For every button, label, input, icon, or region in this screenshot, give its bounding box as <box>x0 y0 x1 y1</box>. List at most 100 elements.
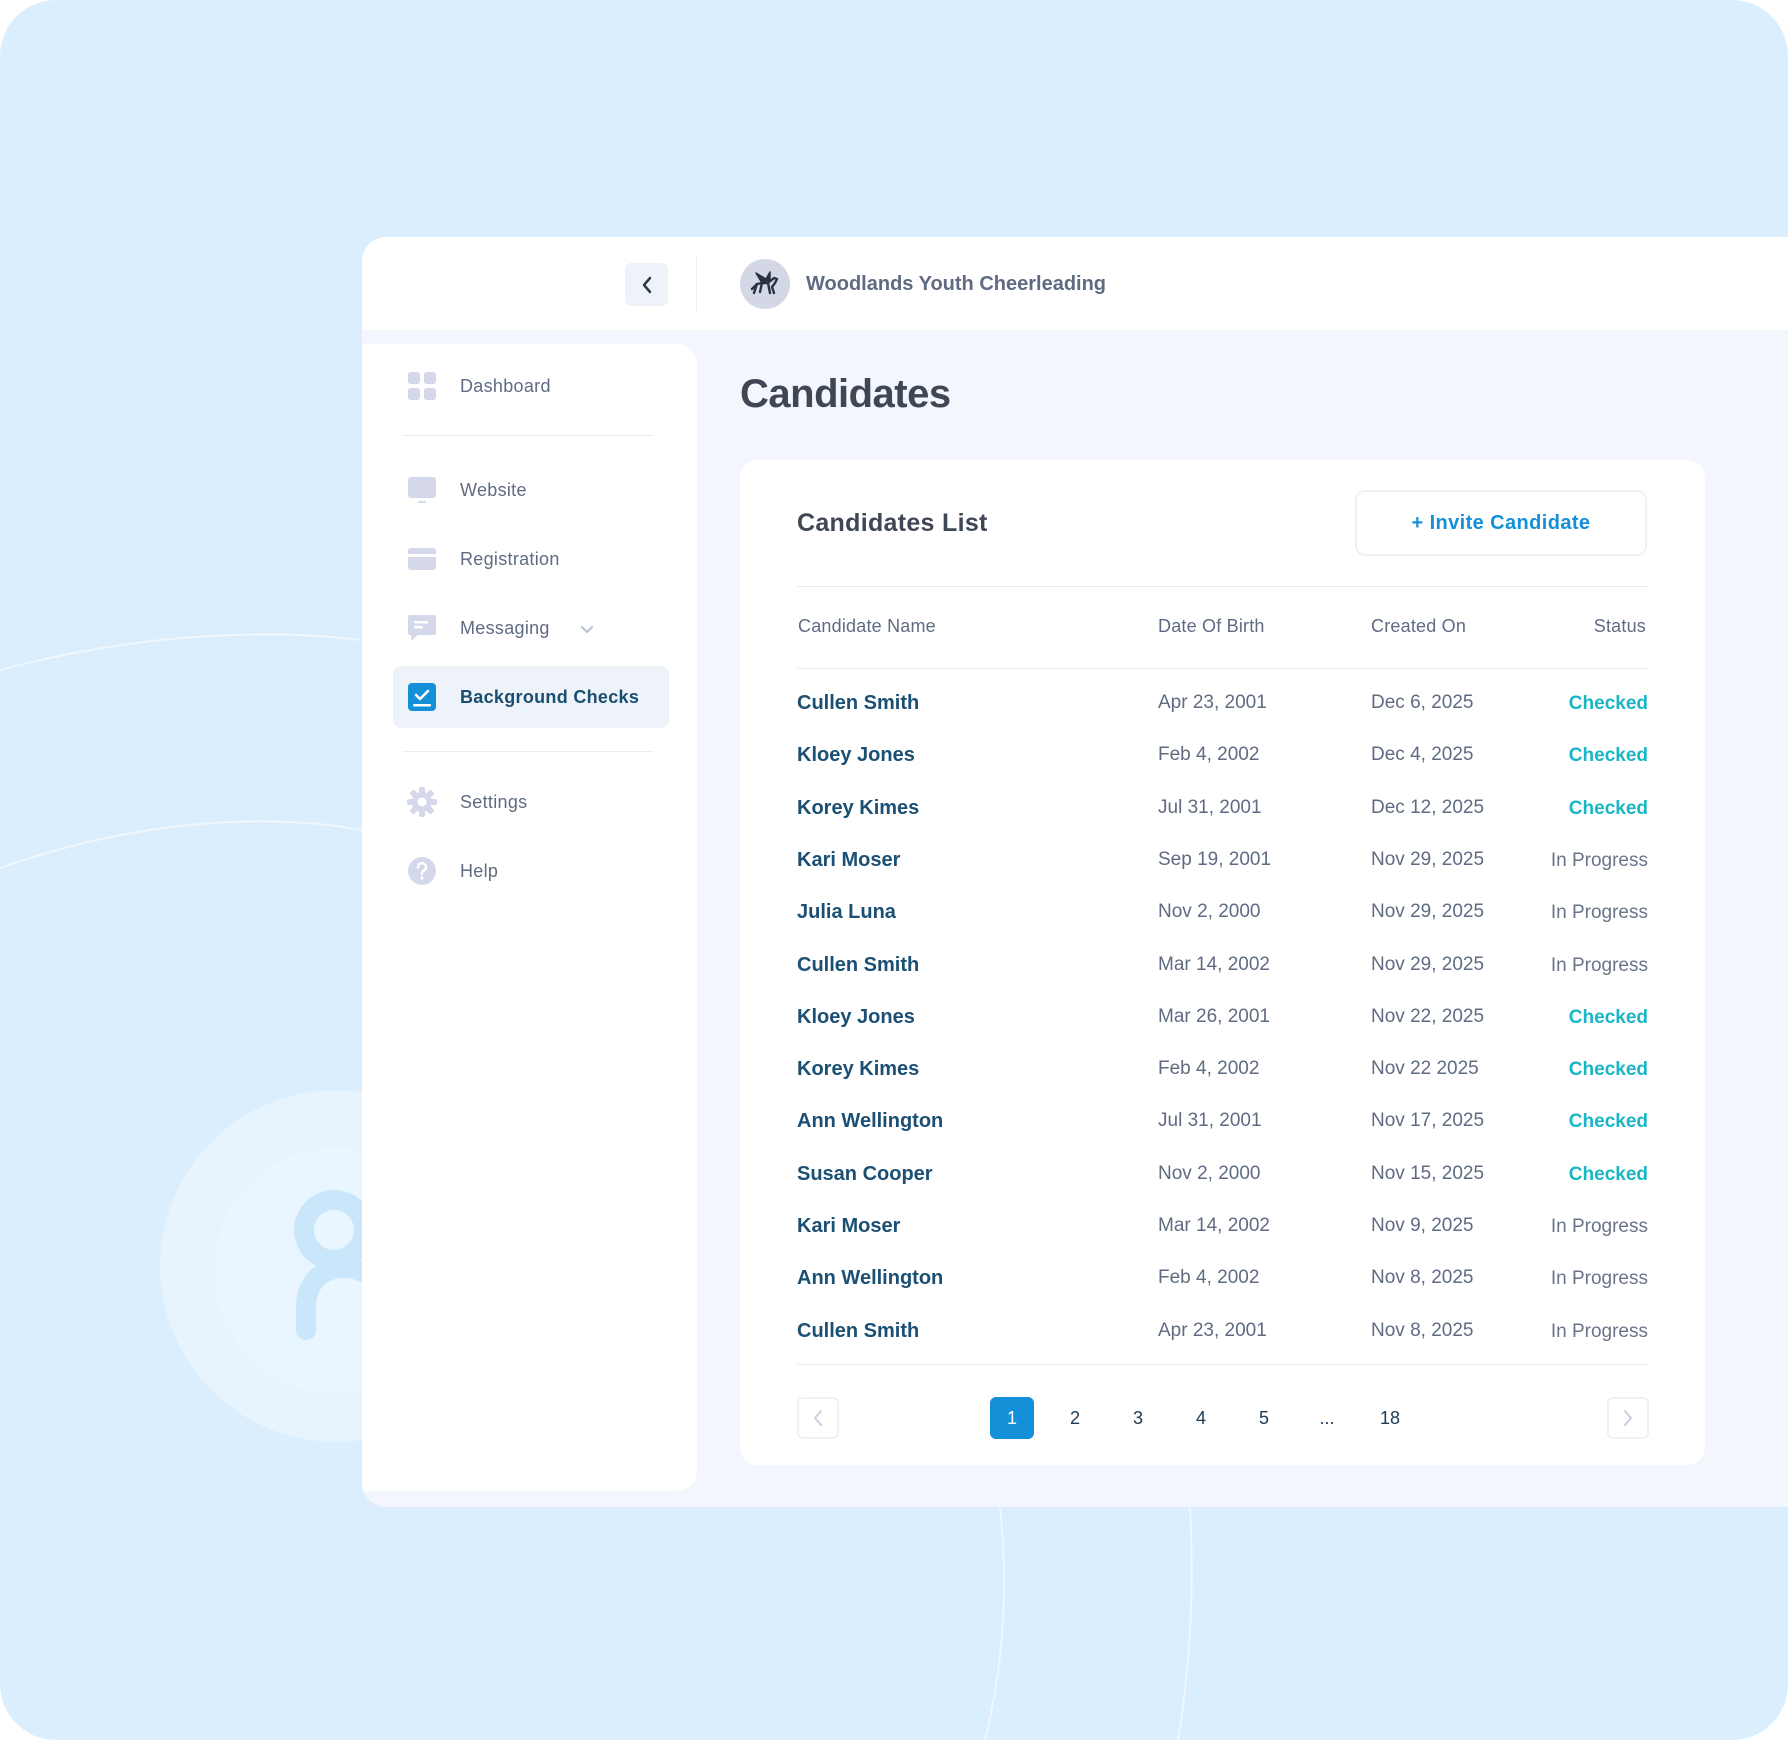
sidebar-item-background-checks[interactable]: Background Checks <box>393 666 669 728</box>
column-header-status[interactable]: Status <box>1594 616 1646 637</box>
sidebar-item-registration[interactable]: Registration <box>393 528 669 590</box>
created-on: Nov 22 2025 <box>1371 1058 1479 1080</box>
table-row[interactable]: Kloey Jones Feb 4, 2002 Dec 4, 2025 Checked <box>740 732 1705 784</box>
table-header-divider <box>797 668 1648 669</box>
candidate-name[interactable]: Korey Kimes <box>797 1058 919 1081</box>
topbar-divider <box>696 255 697 313</box>
date-of-birth: Jul 31, 2001 <box>1158 796 1262 818</box>
candidate-name[interactable]: Korey Kimes <box>797 797 919 820</box>
collapse-sidebar-button[interactable] <box>625 263 668 306</box>
sidebar-item-label: Settings <box>460 792 528 812</box>
candidates-card: Candidates List + Invite Candidate Candi… <box>740 460 1705 1465</box>
card-title: Candidates List <box>797 509 988 537</box>
table-row[interactable]: Susan Cooper Nov 2, 2000 Nov 15, 2025 Check… <box>740 1151 1705 1203</box>
date-of-birth: Feb 4, 2002 <box>1158 1267 1260 1289</box>
candidate-name[interactable]: Kloey Jones <box>797 744 915 767</box>
table-row[interactable]: Ann Wellington Feb 4, 2002 Nov 8, 2025 In P… <box>740 1255 1705 1307</box>
sidebar-item-dashboard[interactable]: Dashboard <box>393 355 669 417</box>
org-name[interactable]: Woodlands Youth Cheerleading <box>806 273 1106 296</box>
page-button[interactable]: 1 <box>990 1397 1034 1439</box>
candidate-name[interactable]: Cullen Smith <box>797 954 919 977</box>
chevron-left-icon <box>642 276 651 293</box>
status-badge: In Progress <box>1550 902 1648 924</box>
date-of-birth: Mar 14, 2002 <box>1158 1215 1270 1236</box>
sidebar-item-website[interactable]: Website <box>393 459 669 521</box>
status-badge: Checked <box>1568 1111 1648 1133</box>
status-badge: In Progress <box>1550 1216 1648 1237</box>
page-button[interactable]: 4 <box>1179 1397 1223 1439</box>
page-button[interactable]: 3 <box>1116 1397 1160 1439</box>
chevron-right-icon <box>1624 1410 1632 1426</box>
sidebar-item-label: Messaging <box>460 618 550 638</box>
table-row[interactable]: Kari Moser Sep 19, 2001 Nov 29, 2025 In Pro… <box>740 837 1705 889</box>
table-row[interactable]: Ann Wellington Jul 31, 2001 Nov 17, 2025 Ch… <box>740 1098 1705 1150</box>
created-on: Nov 29, 2025 <box>1371 901 1485 923</box>
sidebar-item-label: Help <box>460 861 499 881</box>
column-header-name[interactable]: Candidate Name <box>798 616 936 637</box>
status-badge: In Progress <box>1550 1320 1648 1342</box>
page-button[interactable]: 18 <box>1368 1397 1412 1439</box>
status-badge: Checked <box>1568 1006 1648 1028</box>
chevron-down-icon[interactable] <box>580 625 594 635</box>
card-icon <box>408 548 436 570</box>
table-row[interactable]: Julia Luna Nov 2, 2000 Nov 29, 2025 In Prog… <box>740 889 1705 941</box>
sidebar: Dashboard Website Registration Messaging… <box>362 344 697 1491</box>
created-on: Nov 8, 2025 <box>1371 1319 1474 1341</box>
created-on: Nov 29, 2025 <box>1371 848 1485 870</box>
created-on: Nov 9, 2025 <box>1371 1215 1474 1236</box>
table-row[interactable]: Cullen Smith Apr 23, 2001 Nov 8, 2025 In Pr… <box>740 1308 1705 1360</box>
status-badge: Checked <box>1568 1059 1648 1081</box>
page-button[interactable]: 5 <box>1242 1397 1286 1439</box>
status-badge: In Progress <box>1550 954 1648 976</box>
status-badge: Checked <box>1568 693 1648 714</box>
previous-page-button[interactable] <box>797 1397 839 1439</box>
table-row[interactable]: Kari Moser Mar 14, 2002 Nov 9, 2025 In Prog… <box>740 1203 1705 1255</box>
date-of-birth: Mar 26, 2001 <box>1158 1005 1270 1027</box>
org-logo <box>740 259 790 309</box>
candidate-name[interactable]: Kari Moser <box>797 849 900 872</box>
table-row[interactable]: Korey Kimes Feb 4, 2002 Nov 22 2025 Checked <box>740 1046 1705 1098</box>
created-on: Dec 4, 2025 <box>1371 744 1474 766</box>
table-row[interactable]: Korey Kimes Jul 31, 2001 Dec 12, 2025 Check… <box>740 785 1705 837</box>
candidate-name[interactable]: Ann Wellington <box>797 1267 943 1290</box>
sidebar-item-settings[interactable]: Settings <box>393 771 669 833</box>
table-row[interactable]: Kloey Jones Mar 26, 2001 Nov 22, 2025 Check… <box>740 994 1705 1046</box>
column-header-dob[interactable]: Date Of Birth <box>1158 616 1265 637</box>
candidate-name[interactable]: Kari Moser <box>797 1215 900 1238</box>
table-divider <box>797 586 1648 587</box>
status-badge: Checked <box>1568 1163 1648 1185</box>
monitor-icon <box>408 477 436 503</box>
status-badge: In Progress <box>1550 1268 1648 1290</box>
table-row[interactable]: Cullen Smith Mar 14, 2002 Nov 29, 2025 In P… <box>740 942 1705 994</box>
candidate-name[interactable]: Cullen Smith <box>797 1320 919 1343</box>
sidebar-item-label: Background Checks <box>460 687 640 707</box>
column-header-created[interactable]: Created On <box>1371 616 1466 637</box>
pegasus-logo-icon <box>750 271 779 295</box>
next-page-button[interactable] <box>1607 1397 1649 1439</box>
page-title: Candidates <box>740 372 951 416</box>
sidebar-item-help[interactable]: Help <box>393 840 669 902</box>
sidebar-item-messaging[interactable]: Messaging <box>393 597 669 659</box>
status-badge: In Progress <box>1550 849 1648 871</box>
candidate-name[interactable]: Kloey Jones <box>797 1006 915 1029</box>
candidate-name[interactable]: Cullen Smith <box>797 692 919 715</box>
status-badge: Checked <box>1568 745 1648 767</box>
date-of-birth: Feb 4, 2002 <box>1158 744 1260 766</box>
gear-icon <box>407 787 437 817</box>
candidate-name[interactable]: Julia Luna <box>797 901 896 924</box>
date-of-birth: Apr 23, 2001 <box>1158 692 1267 713</box>
date-of-birth: Apr 23, 2001 <box>1158 1319 1267 1341</box>
date-of-birth: Sep 19, 2001 <box>1158 848 1272 870</box>
page-button[interactable]: 2 <box>1053 1397 1097 1439</box>
created-on: Dec 12, 2025 <box>1371 796 1485 818</box>
check-box-icon <box>408 683 436 711</box>
table-footer-divider <box>797 1363 1648 1365</box>
sidebar-item-label: Dashboard <box>460 376 551 396</box>
table-row[interactable]: Cullen Smith Apr 23, 2001 Dec 6, 2025 Check… <box>740 680 1705 732</box>
candidate-name[interactable]: Ann Wellington <box>797 1110 943 1133</box>
sidebar-divider <box>403 751 653 752</box>
invite-candidate-button[interactable]: + Invite Candidate <box>1355 490 1647 556</box>
candidate-name[interactable]: Susan Cooper <box>797 1163 933 1186</box>
pagination-ellipsis: ... <box>1319 1407 1335 1428</box>
app-frame: Woodlands Youth Cheerleading Dashboard W <box>0 0 1788 1740</box>
